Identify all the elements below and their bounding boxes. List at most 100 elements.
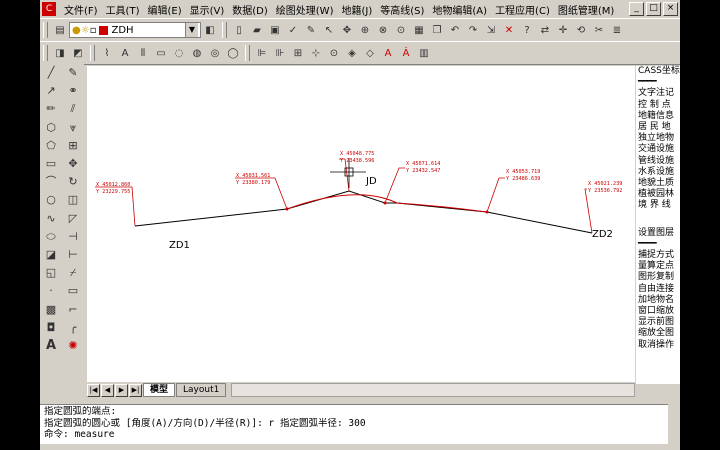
redo-icon[interactable]: ↷ <box>465 22 481 38</box>
offset-tool-icon[interactable]: ⩔ <box>65 120 81 136</box>
line-icon[interactable]: ╱ <box>43 65 59 81</box>
tab-model[interactable]: 模型 <box>143 383 176 397</box>
screen-menu-item[interactable]: 量算定点 <box>638 261 680 272</box>
open-file-icon[interactable]: ▰ <box>249 22 265 38</box>
ladder-icon[interactable]: ⊞ <box>290 45 306 61</box>
polygon-icon[interactable]: ⬡ <box>43 120 59 136</box>
snap-icon[interactable]: ◌ <box>171 45 187 61</box>
scale-icon[interactable]: ◫ <box>65 192 81 208</box>
brush-icon[interactable]: ✎ <box>65 65 81 81</box>
properties-icon[interactable]: ▦ <box>411 22 427 38</box>
point-icon[interactable]: · <box>43 283 59 299</box>
chain-icon[interactable]: ⚭ <box>65 83 81 99</box>
chamfer-icon[interactable]: ⌐ <box>65 302 81 318</box>
new-file-icon[interactable]: ▯ <box>231 22 247 38</box>
menu-edit[interactable]: 编辑(E) <box>143 2 185 17</box>
fillet-icon[interactable]: ╭ <box>65 320 81 336</box>
menu-view[interactable]: 显示(V) <box>186 2 229 17</box>
circle-icon[interactable]: ○ <box>43 192 59 208</box>
zoom-window-icon[interactable]: ⊗ <box>375 22 391 38</box>
move-icon[interactable]: ✥ <box>65 156 81 172</box>
rotate-tool-icon[interactable]: ↻ <box>65 174 81 190</box>
pointer-icon[interactable]: ↖ <box>321 22 337 38</box>
arc-icon[interactable]: ⌒ <box>43 174 59 190</box>
label-a2-icon[interactable]: Ȧ <box>398 45 414 61</box>
screen-menu-item[interactable]: 交通设施 <box>638 144 680 155</box>
menu-file[interactable]: 文件(F) <box>60 2 102 17</box>
toolbar-grip[interactable] <box>43 45 48 61</box>
restore-button[interactable]: □ <box>646 2 661 16</box>
screen-menu-item[interactable]: 显示前图 <box>638 317 680 328</box>
hatch-tool-icon[interactable]: ▩ <box>43 302 59 318</box>
menu-sheet[interactable]: 图纸管理(M) <box>554 2 618 17</box>
layer-state-icon[interactable]: ◩ <box>70 45 86 61</box>
tag-icon[interactable]: ◈ <box>344 45 360 61</box>
close-button[interactable]: × <box>663 2 678 16</box>
trim-icon[interactable]: ✂ <box>591 22 607 38</box>
screen-menu-item[interactable]: 图形复制 <box>638 272 680 283</box>
display-icon[interactable]: ▭ <box>153 45 169 61</box>
point-measure-icon[interactable]: ⊹ <box>308 45 324 61</box>
mirror-icon[interactable]: ⫽ <box>65 101 81 117</box>
offset-icon[interactable]: ⫴ <box>135 45 151 61</box>
screen-menu-item[interactable]: 地籍信息 <box>638 111 680 122</box>
array-icon[interactable]: ⊞ <box>65 138 81 154</box>
tab-nav-first-button[interactable]: |◀ <box>87 383 100 397</box>
screen-menu-item[interactable]: 取消操作 <box>638 340 680 351</box>
ortho-icon[interactable]: ◎ <box>207 45 223 61</box>
menu-data[interactable]: 数据(D) <box>228 2 272 17</box>
make-block-icon[interactable]: ◱ <box>43 265 59 281</box>
tab-nav-prev-button[interactable]: ◀ <box>101 383 114 397</box>
pen-icon[interactable]: ✎ <box>303 22 319 38</box>
tab-nav-next-button[interactable]: ▶ <box>115 383 128 397</box>
help-icon[interactable]: ? <box>519 22 535 38</box>
measure-icon[interactable]: ⇲ <box>483 22 499 38</box>
spline-icon[interactable]: ∿ <box>43 211 59 227</box>
fence-icon[interactable]: ⊫ <box>254 45 270 61</box>
rectangle-icon[interactable]: ▭ <box>43 156 59 172</box>
cross-move-icon[interactable]: ✛ <box>555 22 571 38</box>
region-icon[interactable]: ◘ <box>43 320 59 336</box>
extend-icon[interactable]: ⊢ <box>65 247 81 263</box>
undo-icon[interactable]: ↶ <box>447 22 463 38</box>
check-icon[interactable]: ✓ <box>285 22 301 38</box>
screen-menu-item[interactable]: 独立地物 <box>638 133 680 144</box>
break-icon[interactable]: ⌿ <box>65 265 81 281</box>
command-prompt[interactable]: 命令: measure <box>44 429 676 441</box>
list-icon[interactable]: ≣ <box>609 22 625 38</box>
menu-tools[interactable]: 工具(T) <box>102 2 144 17</box>
stretch-icon[interactable]: ◸ <box>65 211 81 227</box>
join-icon[interactable]: ▭ <box>65 283 81 299</box>
menu-feature-edit[interactable]: 地物编辑(A) <box>428 2 491 17</box>
pencil-icon[interactable]: ✏ <box>43 101 59 117</box>
grid-icon[interactable]: ◍ <box>189 45 205 61</box>
copy-icon[interactable]: ❐ <box>429 22 445 38</box>
layer-manager-icon[interactable]: ▤ <box>52 22 68 38</box>
layer-dropdown[interactable]: ● ☼ ▫ ZDH ▼ <box>69 22 201 38</box>
hatch-icon[interactable]: ▥ <box>416 45 432 61</box>
screen-menu-item[interactable]: 地貌土质 <box>638 178 680 189</box>
zoom-extent-icon[interactable]: ⊙ <box>393 22 409 38</box>
screen-menu-item[interactable]: 境 界 线 <box>638 200 680 211</box>
block-insert-icon[interactable]: ◪ <box>43 247 59 263</box>
screen-menu-item[interactable]: 缩放全图 <box>638 328 680 339</box>
minimize-button[interactable]: _ <box>629 2 644 16</box>
erase-icon[interactable]: ✕ <box>501 22 517 38</box>
node-icon[interactable]: ⊙ <box>326 45 342 61</box>
trim-tool-icon[interactable]: ⊣ <box>65 229 81 245</box>
screen-menu-item[interactable]: 管线设施 <box>638 156 680 167</box>
pan-icon[interactable]: ✥ <box>339 22 355 38</box>
screen-menu-item[interactable]: 窗口缩放 <box>638 306 680 317</box>
save-icon[interactable]: ▣ <box>267 22 283 38</box>
dist-icon[interactable]: ⇄ <box>537 22 553 38</box>
mtext-icon[interactable]: A <box>43 338 59 354</box>
screen-menu-item[interactable]: 水系设施 <box>638 167 680 178</box>
pentagon-icon[interactable]: ⬠ <box>43 138 59 154</box>
horizontal-scrollbar[interactable] <box>231 383 635 397</box>
screen-menu-item[interactable]: 捕捉方式 <box>638 250 680 261</box>
layer-icon[interactable]: ◨ <box>52 45 68 61</box>
screen-menu-item[interactable]: 设置图层 <box>638 228 680 239</box>
screen-menu-item[interactable]: 植被园林 <box>638 189 680 200</box>
alignment-polyline[interactable] <box>134 190 593 234</box>
layer-prev-icon[interactable]: ◧ <box>202 22 218 38</box>
